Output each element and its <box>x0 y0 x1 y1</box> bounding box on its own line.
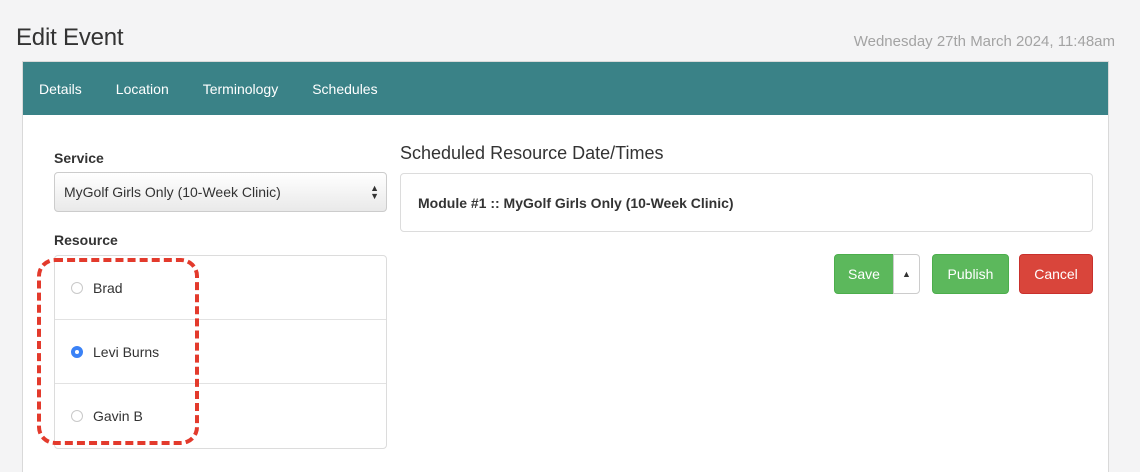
tab-location[interactable]: Location <box>116 81 169 97</box>
tab-terminology[interactable]: Terminology <box>203 81 278 97</box>
resource-option-levi-burns[interactable]: Levi Burns <box>55 320 386 384</box>
event-panel: Details Location Terminology Schedules S… <box>22 61 1109 472</box>
publish-button[interactable]: Publish <box>932 254 1009 294</box>
resource-label: Resource <box>54 232 118 248</box>
resource-option-label: Gavin B <box>93 408 143 424</box>
resource-option-brad[interactable]: Brad <box>55 256 386 320</box>
tab-schedules[interactable]: Schedules <box>312 81 377 97</box>
radio-brad[interactable] <box>71 281 83 294</box>
save-button[interactable]: Save <box>834 254 894 294</box>
resource-option-label: Brad <box>93 279 123 296</box>
schedule-module-label: Module #1 :: MyGolf Girls Only (10-Week … <box>418 194 734 211</box>
service-select[interactable]: MyGolf Girls Only (10-Week Clinic) ▲ ▼ <box>54 172 387 212</box>
radio-gavin-b[interactable] <box>71 410 83 422</box>
schedule-title: Scheduled Resource Date/Times <box>400 143 664 163</box>
schedule-module-box: Module #1 :: MyGolf Girls Only (10-Week … <box>400 173 1093 232</box>
caret-up-icon: ▲ <box>902 269 911 279</box>
cancel-button[interactable]: Cancel <box>1019 254 1093 294</box>
tab-bar: Details Location Terminology Schedules <box>23 62 1108 115</box>
resource-option-label: Levi Burns <box>93 343 160 360</box>
current-datetime: Wednesday 27th March 2024, 11:48am <box>853 33 1115 50</box>
select-arrows-icon: ▲ ▼ <box>370 183 379 201</box>
save-options-button[interactable]: ▲ <box>893 254 920 294</box>
page-title: Edit Event <box>16 24 124 51</box>
tab-details[interactable]: Details <box>39 81 82 97</box>
service-select-value: MyGolf Girls Only (10-Week Clinic) <box>64 184 281 200</box>
radio-levi-burns[interactable] <box>71 345 83 358</box>
resource-list: Brad Levi Burns Gavin B <box>54 255 387 449</box>
resource-option-gavin-b[interactable]: Gavin B <box>55 384 386 448</box>
service-label: Service <box>54 150 104 166</box>
